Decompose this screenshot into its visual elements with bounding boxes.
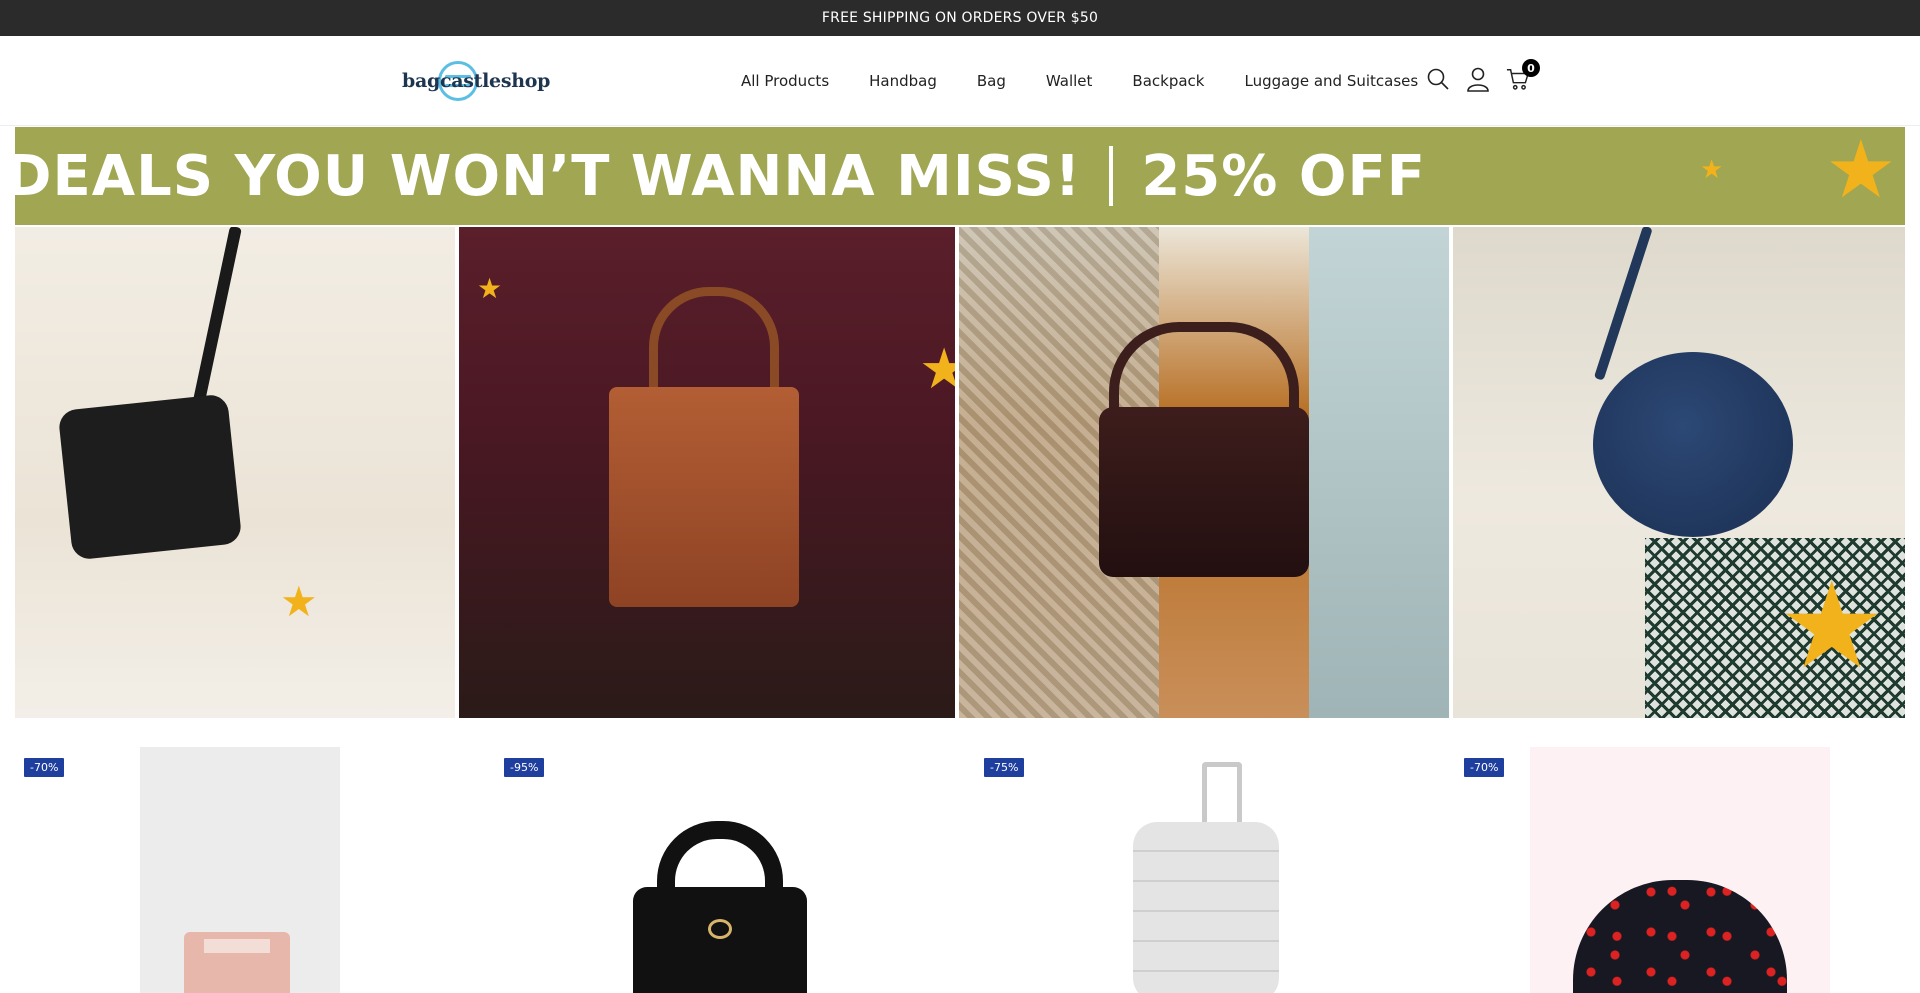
header-icons: 0 — [1426, 59, 1540, 92]
announcement-bar: FREE SHIPPING ON ORDERS OVER $50 — [0, 0, 1920, 36]
star-icon: ★ — [1825, 127, 1898, 216]
deals-headline: DEALS YOU WON’T WANNA MISS! — [15, 143, 1082, 209]
product-image[interactable] — [1080, 747, 1320, 993]
announcement-text: FREE SHIPPING ON ORDERS OVER $50 — [821, 10, 1099, 26]
banner-divider — [1109, 146, 1114, 206]
hero-photo-brown-tote: ★ ★ — [459, 227, 955, 718]
discount-text: 25% OFF — [1141, 143, 1426, 209]
nav-backpack[interactable]: Backpack — [1132, 72, 1204, 90]
deals-banner: DEALS YOU WON’T WANNA MISS! 25% OFF ★ ★ — [15, 127, 1905, 225]
hero-photo-navy-round-bag: ★ — [1453, 227, 1905, 718]
discount-badge: -70% — [24, 758, 65, 777]
star-icon: ★ — [1700, 155, 1725, 185]
discount-badge: -95% — [504, 758, 545, 777]
hero-photo-panels: ★ ★ ★ ★ — [15, 227, 1905, 718]
search-icon[interactable] — [1426, 66, 1450, 92]
product-grid: -70% -95% -75% -70% — [0, 747, 1920, 993]
nav-handbag[interactable]: Handbag — [869, 72, 937, 90]
logo-text: bagcastleshop — [402, 70, 551, 92]
hero-photo-dark-handbag — [959, 227, 1449, 718]
star-icon: ★ — [1778, 557, 1886, 696]
discount-badge: -70% — [1464, 758, 1505, 777]
cart-icon[interactable]: 0 — [1506, 59, 1540, 92]
star-icon: ★ — [919, 337, 955, 402]
cart-count-badge: 0 — [1522, 59, 1540, 77]
star-icon: ★ — [477, 272, 503, 305]
nav-luggage[interactable]: Luggage and Suitcases — [1244, 72, 1418, 90]
discount-badge: -75% — [984, 758, 1025, 777]
user-icon[interactable] — [1466, 66, 1490, 92]
hero-photo-black-crossbody: ★ — [15, 227, 455, 718]
product-image[interactable] — [1530, 747, 1830, 993]
star-icon: ★ — [280, 577, 318, 626]
main-nav: All Products Handbag Bag Wallet Backpack… — [741, 36, 1418, 126]
site-header: bagcastleshop All Products Handbag Bag W… — [0, 36, 1920, 126]
nav-wallet[interactable]: Wallet — [1046, 72, 1093, 90]
nav-all-products[interactable]: All Products — [741, 72, 829, 90]
hero-banner[interactable]: DEALS YOU WON’T WANNA MISS! 25% OFF ★ ★ … — [15, 127, 1905, 718]
product-image[interactable] — [600, 747, 840, 993]
site-logo[interactable]: bagcastleshop — [402, 60, 550, 102]
nav-bag[interactable]: Bag — [977, 72, 1006, 90]
product-image[interactable] — [140, 747, 340, 993]
